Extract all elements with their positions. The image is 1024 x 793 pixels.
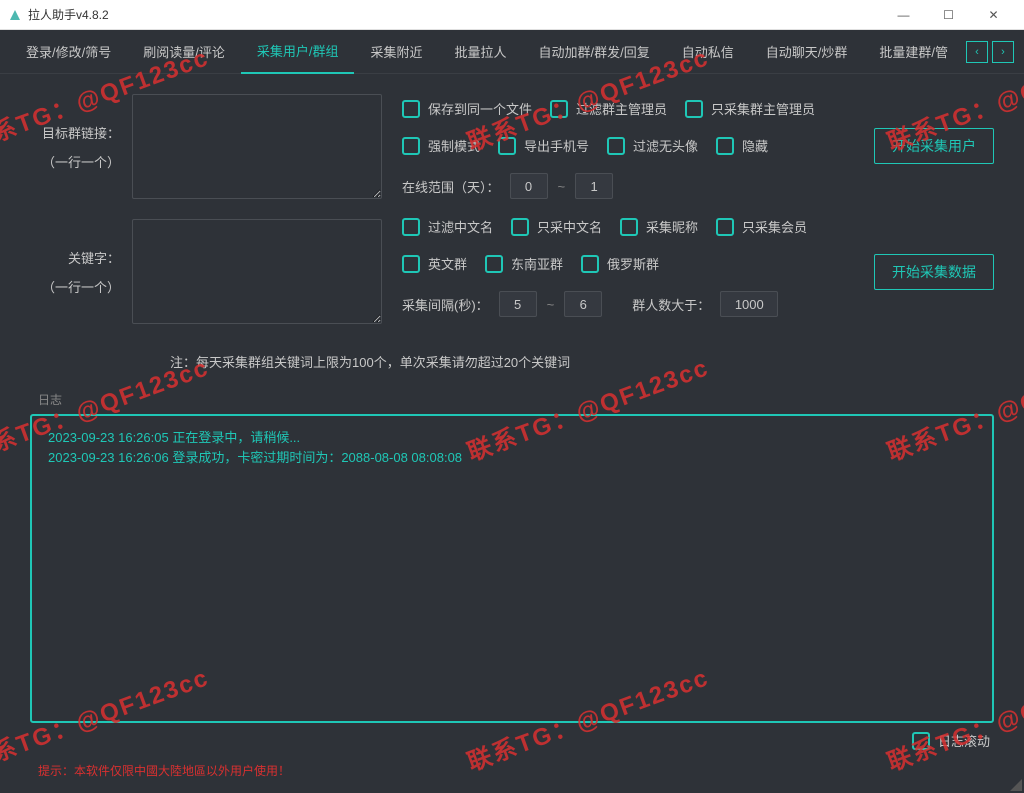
checkbox-sea-group[interactable]: 东南亚群: [485, 254, 563, 273]
tab-auto-join[interactable]: 自动加群/群发/回复: [523, 30, 666, 74]
target-group-sublabel: （一行一个）: [30, 152, 120, 171]
online-range-from[interactable]: [510, 173, 548, 199]
tab-auto-chat[interactable]: 自动聊天/炒群: [750, 30, 864, 74]
tab-batch-invite[interactable]: 批量拉人: [439, 30, 523, 74]
checkbox-filter-owner-admin[interactable]: 过滤群主管理员: [550, 99, 667, 118]
tab-auto-dm[interactable]: 自动私信: [666, 30, 750, 74]
checkbox-only-owner-admin[interactable]: 只采集群主管理员: [685, 99, 815, 118]
checkbox-only-cn-name[interactable]: 只采中文名: [511, 217, 602, 236]
checkbox-export-phone[interactable]: 导出手机号: [498, 136, 589, 155]
minimize-button[interactable]: —: [881, 0, 926, 30]
keyword-label: 关键字：: [30, 248, 120, 267]
footer-disclaimer: 提示：本软件仅限中國大陸地區以外用户使用！: [30, 758, 994, 783]
checkbox-russia-group[interactable]: 俄罗斯群: [581, 254, 659, 273]
tab-collect-nearby[interactable]: 采集附近: [354, 30, 438, 74]
tab-collect-user-group[interactable]: 采集用户/群组: [241, 30, 355, 74]
tab-batch-create[interactable]: 批量建群/管: [863, 30, 964, 74]
checkbox-hide[interactable]: 隐藏: [716, 136, 768, 155]
target-group-label: 目标群链接：: [30, 123, 120, 142]
window-title: 拉人助手v4.8.2: [28, 6, 881, 23]
start-collect-user-button[interactable]: 开始采集用户: [874, 128, 994, 164]
checkbox-english-group[interactable]: 英文群: [402, 254, 467, 273]
checkbox-collect-nick[interactable]: 采集昵称: [620, 217, 698, 236]
note-text: 注：每天采集群组关键词上限为100个，单次采集请勿超过20个关键词: [170, 352, 994, 371]
group-count-input[interactable]: [720, 291, 778, 317]
maximize-button[interactable]: ☐: [926, 0, 971, 30]
checkbox-save-same-file[interactable]: 保存到同一个文件: [402, 99, 532, 118]
resize-grip[interactable]: [1008, 777, 1022, 791]
checkbox-log-scroll[interactable]: 日志滚动: [912, 731, 990, 750]
interval-from[interactable]: [499, 291, 537, 317]
tab-read-comment[interactable]: 刷阅读量/评论: [127, 30, 241, 74]
start-collect-data-button[interactable]: 开始采集数据: [874, 254, 994, 290]
log-line: 2023-09-23 16:26:06 登录成功，卡密过期时间为：2088-08…: [48, 448, 976, 468]
tab-login[interactable]: 登录/修改/筛号: [10, 30, 127, 74]
titlebar: 拉人助手v4.8.2 — ☐ ✕: [0, 0, 1024, 30]
group-count-label: 群人数大于：: [632, 295, 710, 314]
log-label: 日志: [38, 391, 994, 408]
online-range-label: 在线范围（天）：: [402, 177, 500, 196]
tab-bar: 登录/修改/筛号 刷阅读量/评论 采集用户/群组 采集附近 批量拉人 自动加群/…: [0, 30, 1024, 74]
interval-to[interactable]: [564, 291, 602, 317]
checkbox-filter-no-avatar[interactable]: 过滤无头像: [607, 136, 698, 155]
tab-scroll-left[interactable]: ‹: [966, 41, 988, 63]
tab-scroll-right[interactable]: ›: [992, 41, 1014, 63]
app-icon: [8, 8, 22, 22]
checkbox-force-mode[interactable]: 强制模式: [402, 136, 480, 155]
log-line: 2023-09-23 16:26:05 正在登录中，请稍候...: [48, 428, 976, 448]
online-range-to[interactable]: [575, 173, 613, 199]
checkbox-only-member[interactable]: 只采集会员: [716, 217, 807, 236]
checkbox-filter-cn-name[interactable]: 过滤中文名: [402, 217, 493, 236]
log-output: 2023-09-23 16:26:05 正在登录中，请稍候... 2023-09…: [30, 414, 994, 723]
interval-label: 采集间隔(秒)：: [402, 295, 489, 314]
keyword-input[interactable]: [132, 219, 382, 324]
target-group-input[interactable]: [132, 94, 382, 199]
close-button[interactable]: ✕: [971, 0, 1016, 30]
keyword-sublabel: （一行一个）: [30, 277, 120, 296]
